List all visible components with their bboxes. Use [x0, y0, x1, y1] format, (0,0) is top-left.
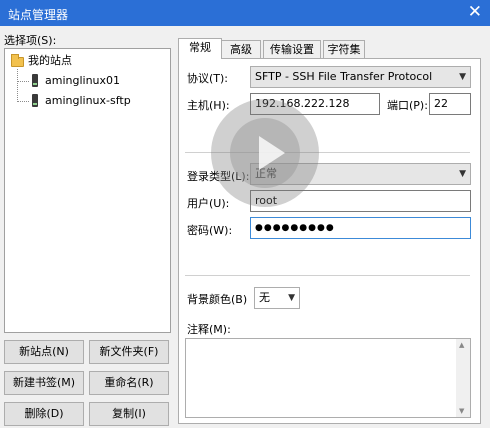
scroll-up-icon[interactable]: ▲: [459, 341, 464, 349]
tree-connector: [17, 81, 29, 82]
tree-root-my-sites[interactable]: 我的站点: [28, 53, 72, 69]
comment-label: 注释(M):: [187, 323, 231, 336]
tab-general[interactable]: 常规: [178, 38, 222, 59]
tree-site-item[interactable]: aminglinux01: [45, 73, 120, 89]
site-tree[interactable]: 我的站点 aminglinux01 aminglinux-sftp: [4, 48, 171, 333]
general-panel: 协议(T): SFTP - SSH File Transfer Protocol…: [178, 58, 481, 424]
bg-color-value: 无: [259, 291, 270, 304]
server-icon: [32, 74, 38, 87]
host-label: 主机(H):: [187, 99, 230, 112]
comment-textarea[interactable]: ▲ ▼: [185, 338, 471, 418]
port-field[interactable]: 22: [429, 93, 471, 115]
play-triangle: [259, 136, 285, 170]
new-folder-button[interactable]: 新文件夹(F): [89, 340, 169, 364]
tab-charset[interactable]: 字符集: [323, 40, 365, 59]
protocol-value: SFTP - SSH File Transfer Protocol: [255, 70, 433, 83]
title-bar: 站点管理器 ✕: [0, 0, 490, 26]
tab-advanced[interactable]: 高级: [221, 40, 261, 59]
protocol-label: 协议(T):: [187, 72, 229, 85]
divider: [185, 275, 470, 276]
new-site-button[interactable]: 新站点(N): [4, 340, 84, 364]
rename-button[interactable]: 重命名(R): [89, 371, 169, 395]
bg-color-label: 背景颜色(B): [187, 293, 248, 306]
chevron-down-icon: ▼: [459, 169, 466, 179]
play-icon-inner: [230, 118, 300, 188]
password-field[interactable]: ●●●●●●●●●: [250, 217, 471, 239]
tree-site-item[interactable]: aminglinux-sftp: [45, 93, 131, 109]
close-icon[interactable]: ✕: [468, 2, 482, 22]
password-label: 密码(W):: [187, 224, 233, 237]
window-title: 站点管理器: [8, 8, 69, 22]
protocol-select[interactable]: SFTP - SSH File Transfer Protocol ▼: [250, 66, 471, 88]
user-label: 用户(U):: [187, 197, 230, 210]
bg-color-select[interactable]: 无 ▼: [254, 287, 300, 309]
port-label: 端口(P):: [387, 99, 428, 112]
folder-icon: [11, 54, 24, 67]
chevron-down-icon: ▼: [288, 293, 295, 303]
delete-button[interactable]: 删除(D): [4, 402, 84, 426]
copy-button[interactable]: 复制(I): [89, 402, 169, 426]
tree-connector: [17, 101, 29, 102]
play-icon[interactable]: [211, 99, 319, 207]
new-bookmark-button[interactable]: 新建书签(M): [4, 371, 84, 395]
chevron-down-icon: ▼: [459, 72, 466, 82]
comment-scrollbar[interactable]: ▲ ▼: [456, 339, 470, 417]
select-entry-label: 选择项(S):: [4, 34, 57, 47]
tree-connector: [17, 69, 18, 102]
server-icon: [32, 94, 38, 107]
tab-transfer-settings[interactable]: 传输设置: [263, 40, 321, 59]
scroll-down-icon[interactable]: ▼: [459, 407, 464, 415]
